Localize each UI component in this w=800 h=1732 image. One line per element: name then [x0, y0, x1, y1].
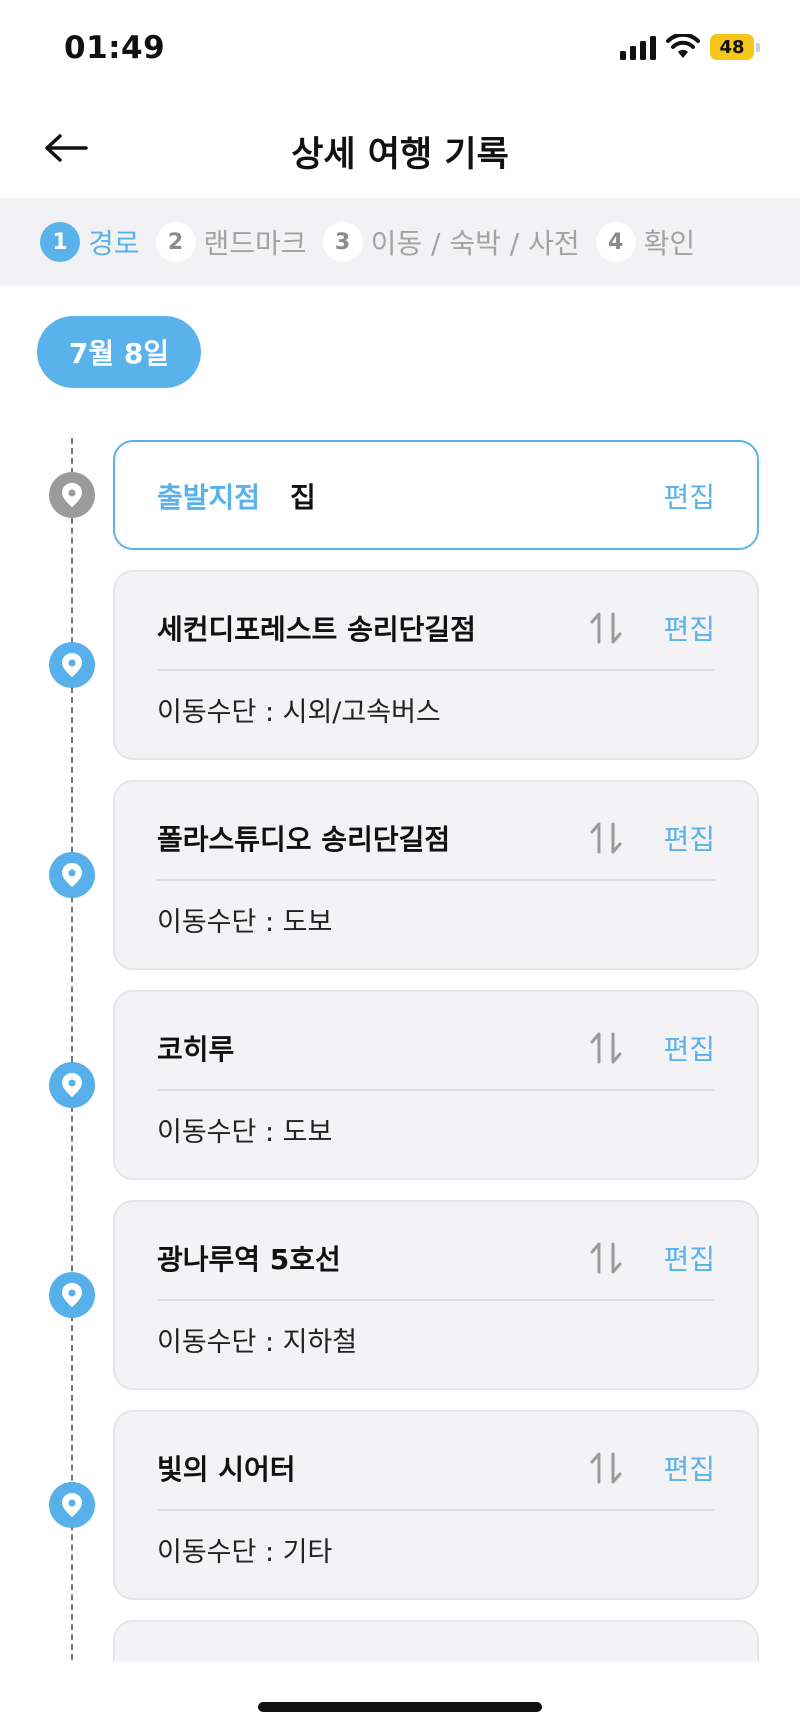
step-number: 3	[322, 222, 363, 262]
edit-button[interactable]: 편집	[663, 1238, 715, 1278]
start-point-card: 출발지점 집 편집	[113, 440, 759, 550]
edit-button[interactable]: 편집	[663, 1448, 715, 1488]
transport-mode: 이동수단 : 기타	[157, 1537, 333, 1568]
page-title: 상세 여행 기록	[291, 135, 509, 175]
location-pin-icon	[49, 472, 95, 518]
status-bar: 01:49 48	[0, 0, 800, 100]
home-indicator	[258, 1702, 542, 1712]
location-pin-icon	[49, 642, 95, 688]
place-name: 폴라스튜디오 송리단길점	[157, 823, 451, 856]
step-label: 확인	[643, 227, 696, 260]
start-point-value: 집	[290, 481, 316, 514]
step-label: 랜드마크	[203, 227, 307, 260]
wifi-icon	[666, 34, 700, 58]
route-stop-card: 세컨디포레스트 송리단길점 편집 이동수단 : 시외/고속버스	[113, 570, 759, 760]
step-route[interactable]: 1 경로	[40, 222, 140, 262]
edit-button[interactable]: 편집	[663, 608, 715, 648]
route-stop-card: 광나루역 5호선 편집 이동수단 : 지하철	[113, 1200, 759, 1390]
reorder-icon[interactable]	[589, 1032, 623, 1064]
edit-button[interactable]: 편집	[663, 1028, 715, 1068]
route-stop-card: 폴라스튜디오 송리단길점 편집 이동수단 : 도보	[113, 780, 759, 970]
status-time: 01:49	[64, 30, 166, 66]
scroll-clip	[0, 1620, 800, 1662]
step-indicator: 1 경로 2 랜드마크 3 이동 / 숙박 / 사전 4 확인	[0, 198, 800, 286]
step-move-stay-photo[interactable]: 3 이동 / 숙박 / 사전	[322, 222, 580, 262]
place-name: 세컨디포레스트 송리단길점	[157, 613, 476, 646]
step-number: 4	[595, 222, 636, 262]
location-pin-icon	[49, 1062, 95, 1108]
reorder-icon[interactable]	[589, 822, 623, 854]
status-icons: 48	[620, 34, 760, 60]
route-stop-card: 코히루 편집 이동수단 : 도보	[113, 990, 759, 1180]
step-number: 2	[155, 222, 196, 262]
transport-mode: 이동수단 : 지하철	[157, 1327, 358, 1358]
reorder-icon[interactable]	[589, 1452, 623, 1484]
location-pin-icon	[49, 1272, 95, 1318]
place-name: 광나루역 5호선	[157, 1243, 341, 1276]
step-number: 1	[40, 222, 80, 262]
battery-icon: 48	[710, 34, 760, 60]
route-stop-card: 빛의 시어터 편집 이동수단 : 기타	[113, 1410, 759, 1600]
step-confirm[interactable]: 4 확인	[595, 222, 696, 262]
reorder-icon[interactable]	[589, 612, 623, 644]
location-pin-icon	[49, 852, 95, 898]
timeline-line	[71, 438, 73, 1660]
route-stop-card	[113, 1620, 759, 1662]
transport-mode: 이동수단 : 도보	[157, 1117, 333, 1148]
place-name: 빛의 시어터	[157, 1453, 296, 1486]
battery-level: 48	[710, 34, 754, 60]
transport-mode: 이동수단 : 시외/고속버스	[157, 697, 441, 728]
edit-button[interactable]: 편집	[663, 476, 715, 516]
start-point-label: 출발지점	[157, 481, 261, 514]
edit-button[interactable]: 편집	[663, 818, 715, 858]
step-label: 경로	[88, 227, 140, 260]
header: 상세 여행 기록	[0, 100, 800, 196]
date-chip[interactable]: 7월 8일	[37, 316, 201, 388]
transport-mode: 이동수단 : 도보	[157, 907, 333, 938]
step-landmark[interactable]: 2 랜드마크	[155, 222, 307, 262]
location-pin-icon	[49, 1482, 95, 1528]
reorder-icon[interactable]	[589, 1242, 623, 1274]
place-name: 코히루	[157, 1033, 235, 1066]
step-label: 이동 / 숙박 / 사전	[370, 227, 580, 260]
signal-icon	[620, 34, 656, 60]
